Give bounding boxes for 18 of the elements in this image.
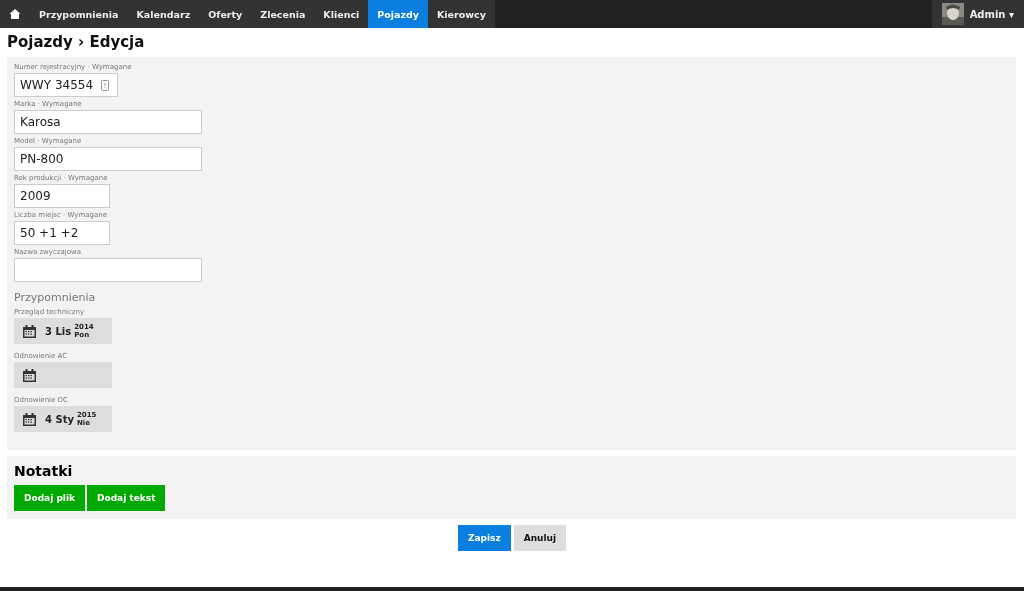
section-title: Przypomnienia: [14, 291, 97, 304]
section-title: Notatki: [14, 463, 74, 479]
cancel-button[interactable]: Anuluj: [513, 525, 567, 551]
user-menu[interactable]: Admin ▾: [931, 0, 1024, 28]
save-button[interactable]: Zapisz: [457, 525, 511, 551]
input-field[interactable]: 2009: [14, 184, 110, 208]
input-field[interactable]: WWY 34554: [14, 73, 118, 97]
input-field[interactable]: 50 +1 +2: [14, 221, 110, 245]
input-field[interactable]: Karosa: [14, 110, 202, 134]
nav-tab[interactable]: Klienci: [314, 0, 369, 28]
page-title: Pojazdy › Edycja: [6, 32, 146, 53]
nav-tab[interactable]: Przypomnienia: [30, 0, 128, 28]
nav-tab[interactable]: Kierowcy: [428, 0, 495, 28]
nav-tab[interactable]: Oferty: [199, 0, 252, 28]
input-field[interactable]: PN-800: [14, 147, 202, 171]
nav-tab[interactable]: Zlecenia: [251, 0, 315, 28]
nav-tab[interactable]: Kalendarz: [127, 0, 200, 28]
nav-tab[interactable]: Pojazdy: [368, 0, 428, 28]
